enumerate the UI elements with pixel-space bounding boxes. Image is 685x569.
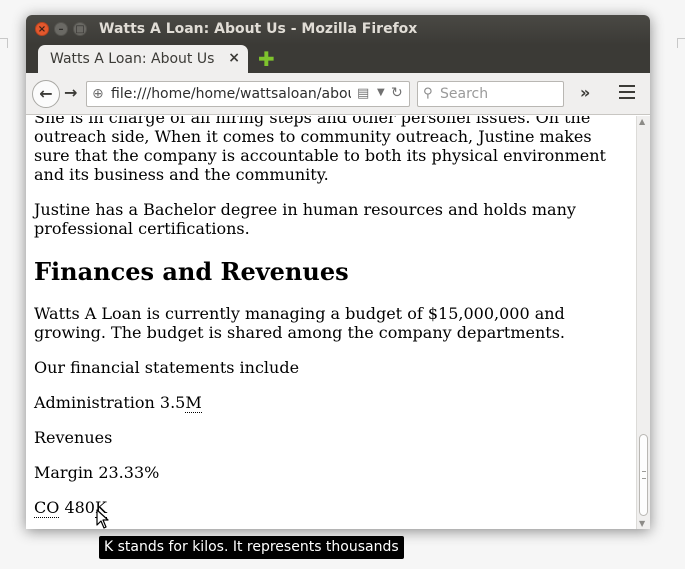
hamburger-menu-icon[interactable] [619, 85, 635, 99]
scroll-down-arrow-icon[interactable]: ▼ [639, 519, 645, 528]
new-tab-icon[interactable]: ✚ [258, 49, 275, 69]
paragraph-statements-intro: Our financial statements include [34, 358, 300, 377]
reader-view-icon[interactable]: ▤ [357, 86, 369, 101]
url-bar[interactable]: ⊕ file:///home/home/wattsaloan/about.htm… [86, 81, 410, 107]
item-margin: Margin 23.33% [34, 463, 160, 482]
heading-finances: Finances and Revenues [34, 257, 349, 286]
paragraph-justine-duties: She is in charge of all hiring steps and… [34, 116, 606, 184]
abbr-co[interactable]: CO [34, 498, 60, 518]
tab-label: Watts A Loan: About Us [50, 51, 215, 67]
vertical-scrollbar[interactable]: ▲ ▼ [636, 116, 650, 529]
paragraph-justine-degree: Justine has a Bachelor degree in human r… [34, 200, 576, 238]
administration-label: Administration 3.5 [34, 393, 186, 412]
tab-strip: Watts A Loan: About Us × ✚ [26, 45, 650, 73]
history-dropdown-icon[interactable]: ▼ [377, 87, 385, 98]
reload-icon[interactable]: ↻ [391, 85, 403, 101]
paragraph-budget: Watts A Loan is currently managing a bud… [34, 304, 565, 342]
abbr-million[interactable]: M [185, 393, 202, 413]
globe-icon: ⊕ [92, 86, 104, 102]
forward-button[interactable]: → [64, 83, 77, 102]
mouse-pointer-icon [96, 509, 109, 529]
minimize-window-icon[interactable]: – [54, 22, 68, 36]
tab-about-us[interactable]: Watts A Loan: About Us × [38, 45, 248, 73]
title-bar: × – □ Watts A Loan: About Us - Mozilla F… [26, 15, 650, 45]
back-button[interactable]: ← [32, 80, 60, 108]
item-revenues: Revenues [34, 428, 113, 447]
item-administration: Administration 3.5M [34, 393, 626, 413]
window-title: Watts A Loan: About Us - Mozilla Firefox [99, 21, 418, 37]
search-icon: ⚲ [423, 86, 433, 101]
url-text[interactable]: file:///home/home/wattsaloan/about.htm [111, 86, 351, 102]
abbr-tooltip: K stands for kilos. It represents thousa… [99, 536, 404, 559]
scroll-up-arrow-icon[interactable]: ▲ [639, 117, 645, 126]
item-co: CO 480K [34, 498, 626, 518]
scrollbar-grip [642, 471, 646, 479]
search-box[interactable]: ⚲ [417, 81, 564, 107]
browser-window: × – □ Watts A Loan: About Us - Mozilla F… [26, 15, 650, 529]
scrollbar-thumb[interactable] [639, 434, 648, 516]
navigation-toolbar: ← → ⊕ file:///home/home/wattsaloan/about… [26, 73, 650, 115]
maximize-window-icon[interactable]: □ [73, 22, 87, 36]
search-input[interactable] [440, 85, 558, 103]
page-content: She is in charge of all hiring steps and… [34, 116, 626, 529]
co-value: 480 [59, 498, 95, 517]
desktop-edge-mark [677, 38, 685, 48]
page-viewport: She is in charge of all hiring steps and… [26, 116, 636, 529]
desktop-edge-mark [0, 38, 8, 48]
overflow-chevron-icon[interactable]: » [580, 83, 590, 102]
tab-close-icon[interactable]: × [228, 50, 240, 66]
close-window-icon[interactable]: × [35, 22, 49, 36]
